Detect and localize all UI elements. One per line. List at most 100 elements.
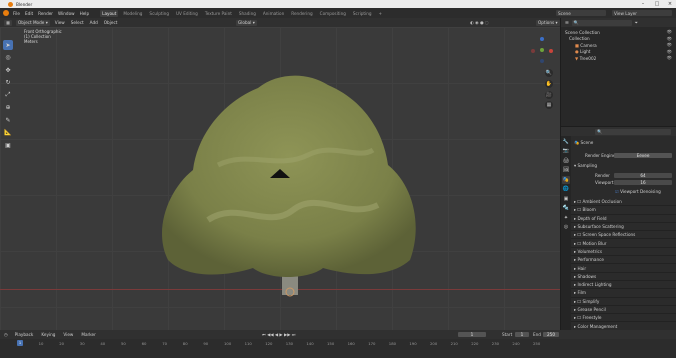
workspace-tab-texture-paint[interactable]: Texture Paint <box>203 10 234 17</box>
select-box-tool-icon[interactable]: ➤ <box>3 40 13 50</box>
panel-shadows[interactable]: ▸ Shadows <box>571 273 676 281</box>
rotate-tool-icon[interactable]: ↻ <box>3 78 13 88</box>
particles-tab-icon[interactable]: ✦ <box>562 214 570 222</box>
viewport-menu-select[interactable]: Select <box>70 20 85 25</box>
workspace-tab-compositing[interactable]: Compositing <box>318 10 348 17</box>
navigation-gizmo[interactable] <box>530 35 554 65</box>
panel-screen-space-reflections[interactable]: ▸ ☐ Screen Space Reflections <box>571 231 676 240</box>
panel-simplify[interactable]: ▸ ☐ Simplify <box>571 298 676 306</box>
workspace-tab-rendering[interactable]: Rendering <box>289 10 314 17</box>
timeline-menu-marker[interactable]: Marker <box>80 332 96 337</box>
outliner-row-tree002[interactable]: ▼ Tree002 👁 <box>561 55 676 62</box>
menu-help[interactable]: Help <box>79 11 91 16</box>
eye-icon[interactable]: 👁 <box>667 49 672 55</box>
menu-render[interactable]: Render <box>37 11 54 16</box>
menu-window[interactable]: Window <box>57 11 76 16</box>
timeline-menu-view[interactable]: View <box>62 332 74 337</box>
transform-tool-icon[interactable]: ⊕ <box>3 103 13 113</box>
x-axis-gizmo-icon[interactable] <box>549 49 553 53</box>
panel-volumetrics[interactable]: ▸ Volumetrics <box>571 248 676 257</box>
current-frame-field[interactable]: 1 <box>458 331 486 337</box>
menu-file[interactable]: File <box>12 11 21 16</box>
object-tab-icon[interactable]: ▣ <box>562 195 570 203</box>
neg-z-axis-gizmo-icon[interactable] <box>540 59 544 63</box>
maximize-icon[interactable]: □ <box>650 0 664 8</box>
annotate-tool-icon[interactable]: ✎ <box>3 115 13 125</box>
options-dropdown[interactable]: Options ▾ <box>536 19 560 26</box>
timeline-editor-icon[interactable]: ◷ <box>4 332 8 337</box>
tool-tab-icon[interactable]: 🔧 <box>562 138 570 146</box>
view-layer-selector[interactable]: View Layer <box>612 10 672 16</box>
start-frame-field[interactable]: 1 <box>515 331 529 337</box>
camera-view-icon[interactable]: 🎥 <box>545 91 553 99</box>
minimize-icon[interactable]: – <box>636 0 650 8</box>
render-engine-dropdown[interactable]: Eevee <box>614 152 672 158</box>
add-workspace-icon[interactable]: + <box>377 10 385 17</box>
playback-controls-icons[interactable]: ⏮ ◀◀ ◀ ▶ ▶▶ ⏭ <box>262 332 296 337</box>
panel-depth-of-field[interactable]: ▸ Depth of Field <box>571 215 676 223</box>
zoom-icon[interactable]: 🔍 <box>545 69 553 77</box>
timeline-menu-keying[interactable]: Keying <box>40 332 56 337</box>
sampling-panel-header[interactable]: ▾ Sampling <box>571 162 676 169</box>
viewport-denoising-checkbox[interactable]: ☑ Viewport Denoising <box>571 188 676 195</box>
add-cube-tool-icon[interactable]: ▣ <box>3 140 13 150</box>
world-tab-icon[interactable]: 🌐 <box>562 185 570 193</box>
workspace-tab-animation[interactable]: Animation <box>261 10 286 17</box>
measure-tool-icon[interactable]: 📐 <box>3 128 13 138</box>
panel-grease-pencil[interactable]: ▸ Grease Pencil <box>571 306 676 315</box>
panel-motion-blur[interactable]: ▸ ☐ Motion Blur <box>571 240 676 248</box>
y-axis-gizmo-icon[interactable] <box>540 48 544 52</box>
panel-freestyle[interactable]: ▸ ☐ Freestyle <box>571 314 676 323</box>
pan-hand-icon[interactable]: ✋ <box>545 80 553 88</box>
properties-search-input[interactable]: 🔍 <box>595 128 671 135</box>
object-mode-dropdown[interactable]: Object Mode ▾ <box>15 19 50 26</box>
transform-orientation-dropdown[interactable]: Global ▾ <box>236 19 257 26</box>
shading-icons[interactable]: ◐ ◉ ● ◌ <box>470 20 489 25</box>
cursor-tool-icon[interactable]: ◎ <box>3 53 13 63</box>
filter-icon[interactable]: ⏷ <box>635 20 638 25</box>
workspace-tab-scripting[interactable]: Scripting <box>351 10 374 17</box>
tree-model[interactable] <box>148 70 428 300</box>
end-frame-field[interactable]: 250 <box>543 331 559 337</box>
workspace-tab-uv-editing[interactable]: UV Editing <box>174 10 200 17</box>
panel-film[interactable]: ▸ Film <box>571 289 676 298</box>
workspace-tab-layout[interactable]: Layout <box>100 9 119 17</box>
workspace-tab-shading[interactable]: Shading <box>237 10 258 17</box>
outliner-editor-icon[interactable]: ☰ <box>565 20 569 25</box>
timeline-playhead[interactable]: 1 <box>17 340 23 346</box>
panel-ambient-occlusion[interactable]: ▸ ☐ Ambient Occlusion <box>571 198 676 207</box>
eye-icon[interactable]: 👁 <box>667 29 672 35</box>
menu-edit[interactable]: Edit <box>24 11 34 16</box>
neg-x-axis-gizmo-icon[interactable] <box>531 49 535 53</box>
close-icon[interactable]: × <box>663 0 676 8</box>
view-layer-tab-icon[interactable]: 🖼 <box>562 166 570 174</box>
panel-indirect-lighting[interactable]: ▸ Indirect Lighting <box>571 281 676 290</box>
scene-selector[interactable]: Scene <box>556 10 606 16</box>
timeline-menu-playback[interactable]: Playback <box>14 332 35 337</box>
panel-hair[interactable]: ▸ Hair <box>571 264 676 273</box>
viewport-menu-add[interactable]: Add <box>89 20 99 25</box>
output-tab-icon[interactable]: 🖨 <box>562 157 570 165</box>
editor-type-icon[interactable]: ▦ <box>4 19 12 26</box>
physics-tab-icon[interactable]: ◎ <box>562 223 570 231</box>
viewport-samples-field[interactable]: 16 <box>614 179 672 185</box>
panel-bloom[interactable]: ▸ ☐ Bloom <box>571 206 676 215</box>
move-tool-icon[interactable]: ✥ <box>3 65 13 75</box>
panel-performance[interactable]: ▸ Performance <box>571 256 676 265</box>
panel-subsurface-scattering[interactable]: ▸ Subsurface Scattering <box>571 223 676 232</box>
outliner-search-input[interactable]: 🔍 <box>571 19 632 26</box>
ortho-grid-icon[interactable]: ▦ <box>545 101 553 109</box>
viewport-menu-view[interactable]: View <box>54 20 66 25</box>
blender-menu-icon[interactable] <box>3 10 9 16</box>
viewport-menu-object[interactable]: Object <box>103 20 119 25</box>
render-samples-field[interactable]: 64 <box>614 172 672 178</box>
z-axis-gizmo-icon[interactable] <box>540 37 544 41</box>
workspace-tab-modeling[interactable]: Modeling <box>121 10 144 17</box>
scale-tool-icon[interactable]: ⤢ <box>3 90 13 100</box>
eye-icon[interactable]: 👁 <box>667 55 672 61</box>
render-tab-icon[interactable]: 📷 <box>562 147 570 155</box>
scene-tab-icon[interactable]: 🎭 <box>562 175 570 184</box>
eye-icon[interactable]: 👁 <box>667 36 672 42</box>
eye-icon[interactable]: 👁 <box>667 42 672 48</box>
modifier-tab-icon[interactable]: 🔩 <box>562 204 570 212</box>
